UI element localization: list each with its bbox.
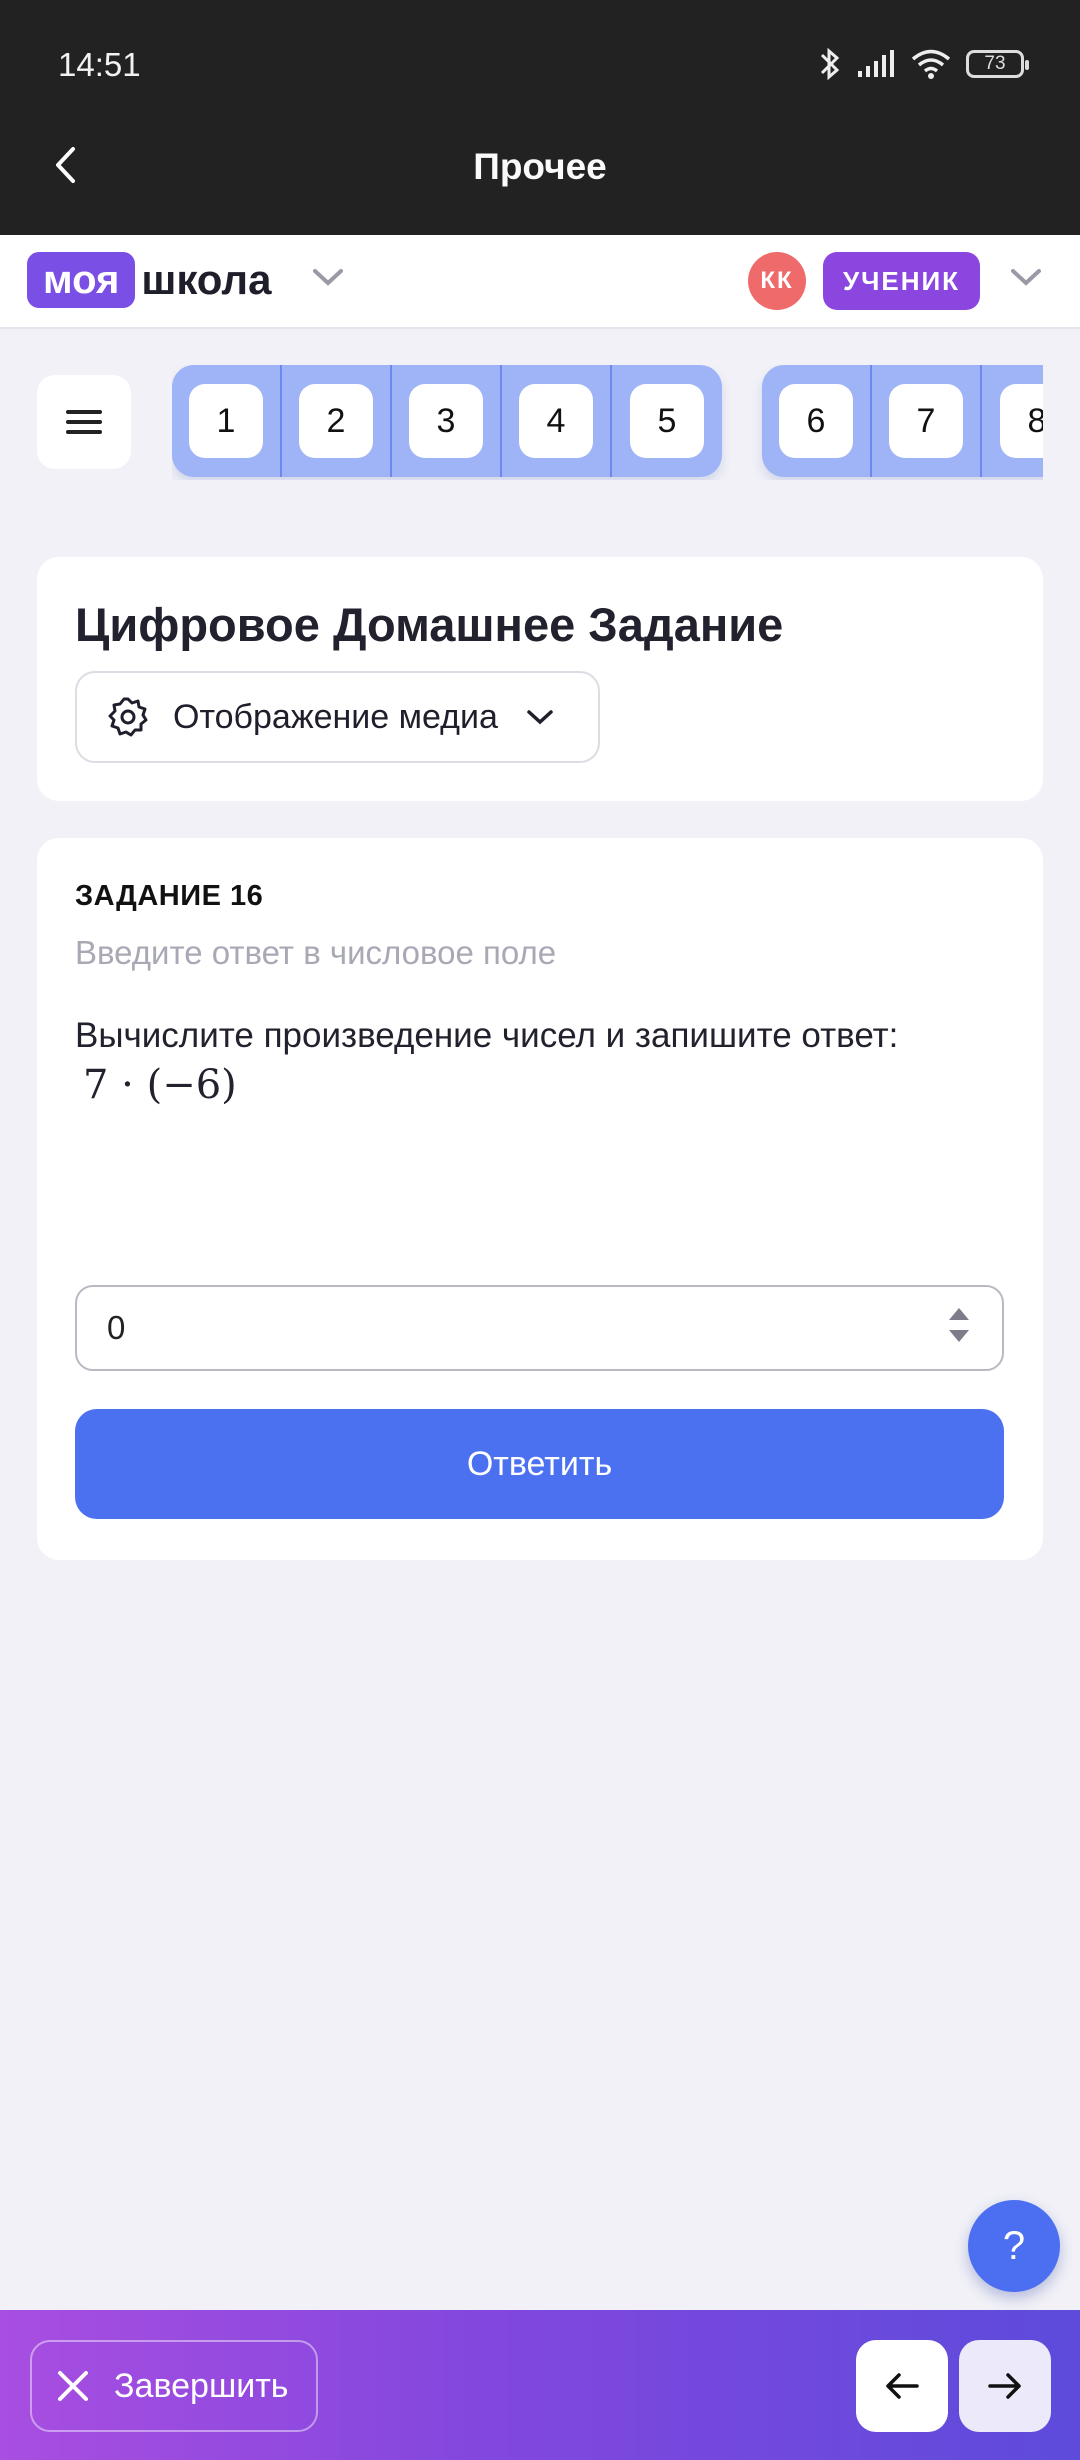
school-header: моя школа КК УЧЕНИК [0, 235, 1080, 329]
task-nav-number: 4 [519, 384, 593, 458]
help-button[interactable]: ? [968, 2200, 1060, 2292]
answer-field[interactable] [75, 1285, 1004, 1371]
task-formula: 7 · (−6) [83, 1062, 237, 1108]
chevron-down-icon [527, 710, 553, 725]
avatar[interactable]: КК [748, 252, 806, 310]
chevron-down-icon[interactable] [1008, 265, 1044, 289]
task-nav-item[interactable]: 2 [282, 365, 392, 477]
next-task-button[interactable] [959, 2340, 1051, 2432]
finish-label: Завершить [114, 2366, 289, 2405]
role-badge[interactable]: УЧЕНИК [823, 252, 980, 310]
wifi-icon [911, 49, 951, 79]
signal-icon [858, 50, 894, 77]
media-display-label: Отображение медиа [173, 697, 498, 736]
close-icon [58, 2371, 88, 2401]
task-nav-item[interactable]: 3 [392, 365, 502, 477]
stepper-down-icon[interactable] [948, 1329, 970, 1343]
previous-task-button[interactable] [856, 2340, 948, 2432]
page-title: Прочее [473, 146, 607, 187]
status-time: 14:51 [58, 46, 141, 83]
task-nav-item[interactable]: 8 [982, 365, 1043, 477]
task-nav-number: 3 [409, 384, 483, 458]
logo-badge: моя [27, 252, 136, 308]
task-group-2: 6 7 8 [762, 365, 1043, 477]
arrow-right-icon [988, 2373, 1021, 2399]
task-nav-number: 2 [299, 384, 373, 458]
bottom-bar: Завершить [0, 2310, 1080, 2460]
task-navigator[interactable]: 1 2 3 4 5 6 7 8 [172, 365, 1043, 480]
task-nav-number: 6 [779, 384, 853, 458]
task-nav-number: 5 [630, 384, 704, 458]
stepper-up-icon[interactable] [948, 1307, 970, 1321]
task-nav-number: 8 [1000, 384, 1043, 458]
homework-title: Цифровое Домашнее Задание [75, 598, 784, 651]
task-nav-item[interactable]: 7 [872, 365, 982, 477]
bluetooth-icon [820, 47, 840, 81]
finish-button[interactable]: Завершить [30, 2340, 318, 2432]
hamburger-icon [66, 410, 102, 434]
homework-header-card: Цифровое Домашнее Задание Отображение ме… [37, 557, 1043, 801]
app-header: 14:51 73 Прочее [0, 0, 1080, 235]
task-card: ЗАДАНИЕ 16 Введите ответ в числовое поле… [37, 838, 1043, 1560]
task-nav-item[interactable]: 6 [762, 365, 872, 477]
chevron-down-icon[interactable] [310, 265, 346, 289]
task-group-1: 1 2 3 4 5 [172, 365, 722, 477]
media-display-dropdown[interactable]: Отображение медиа [75, 671, 600, 763]
task-nav-item[interactable]: 4 [502, 365, 612, 477]
status-icons: 73 [818, 44, 1029, 84]
task-nav-number: 1 [189, 384, 263, 458]
gear-icon [108, 697, 148, 737]
logo-text: школа [141, 256, 272, 303]
arrow-left-icon [886, 2373, 919, 2399]
menu-button[interactable] [37, 375, 131, 469]
number-stepper[interactable] [948, 1307, 970, 1343]
submit-answer-button[interactable]: Ответить [75, 1409, 1004, 1519]
task-number: ЗАДАНИЕ 16 [75, 880, 264, 912]
task-nav-number: 7 [889, 384, 963, 458]
battery-icon: 73 [966, 50, 1029, 78]
task-question: Вычислите произведение чисел и запишите … [75, 1016, 899, 1055]
answer-input[interactable] [107, 1309, 907, 1347]
school-logo[interactable]: моя школа [27, 252, 271, 308]
task-hint: Введите ответ в числовое поле [75, 934, 557, 971]
task-nav-item[interactable]: 1 [172, 365, 282, 477]
task-nav-item[interactable]: 5 [612, 365, 722, 477]
